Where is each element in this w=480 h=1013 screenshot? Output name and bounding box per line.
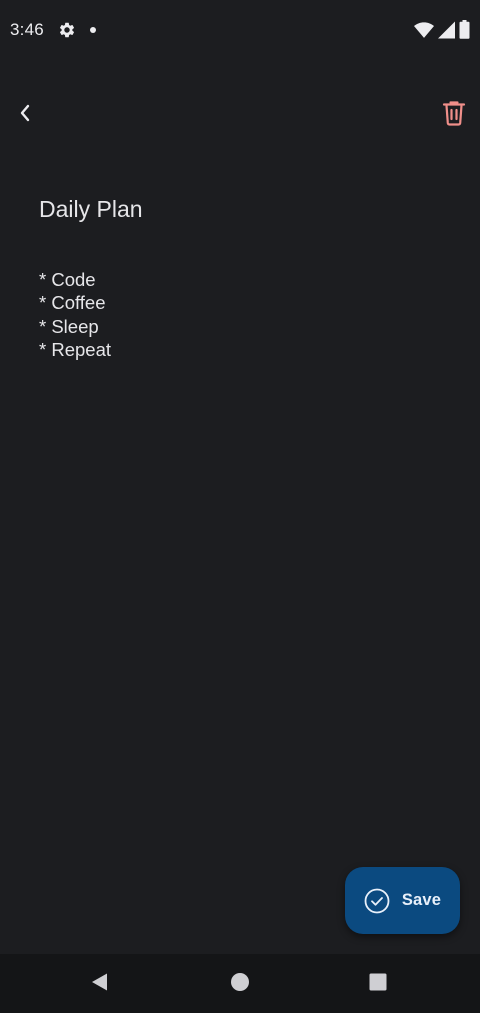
- nav-home-button[interactable]: [229, 972, 251, 997]
- note-title-field[interactable]: Daily Plan: [39, 196, 439, 223]
- wifi-icon: [414, 21, 434, 44]
- note-line: * Coffee: [39, 292, 106, 314]
- nav-back-icon: [90, 972, 110, 997]
- battery-icon: [459, 20, 470, 44]
- note-editor-screen: 3:46 Daily Plan * Code * Coffee * Sleep …: [0, 0, 480, 1013]
- note-line: * Code: [39, 269, 96, 290]
- note-line: * Sleep: [39, 315, 99, 337]
- delete-button[interactable]: [438, 98, 470, 132]
- save-button-label: Save: [401, 891, 442, 909]
- nav-recents-icon: [368, 972, 388, 997]
- back-button[interactable]: [10, 100, 40, 130]
- gear-icon: [58, 21, 76, 39]
- nav-recents-button[interactable]: [367, 973, 389, 995]
- note-body-field[interactable]: * Code * Coffee * Sleep * Repeat: [39, 268, 439, 361]
- chevron-left-icon: [18, 104, 32, 127]
- trash-icon: [442, 99, 466, 131]
- notification-dot-icon: [89, 27, 96, 33]
- status-bar: 3:46: [0, 0, 480, 60]
- note-line: * Repeat: [39, 338, 111, 360]
- nav-back-button[interactable]: [89, 973, 111, 995]
- navigation-bar: [0, 954, 480, 1013]
- nav-home-icon: [230, 972, 250, 997]
- signal-icon: [438, 21, 455, 44]
- status-icons: [414, 20, 470, 44]
- save-button[interactable]: Save: [345, 867, 460, 934]
- check-circle-icon: [364, 888, 390, 914]
- status-time: 3:46: [10, 20, 44, 39]
